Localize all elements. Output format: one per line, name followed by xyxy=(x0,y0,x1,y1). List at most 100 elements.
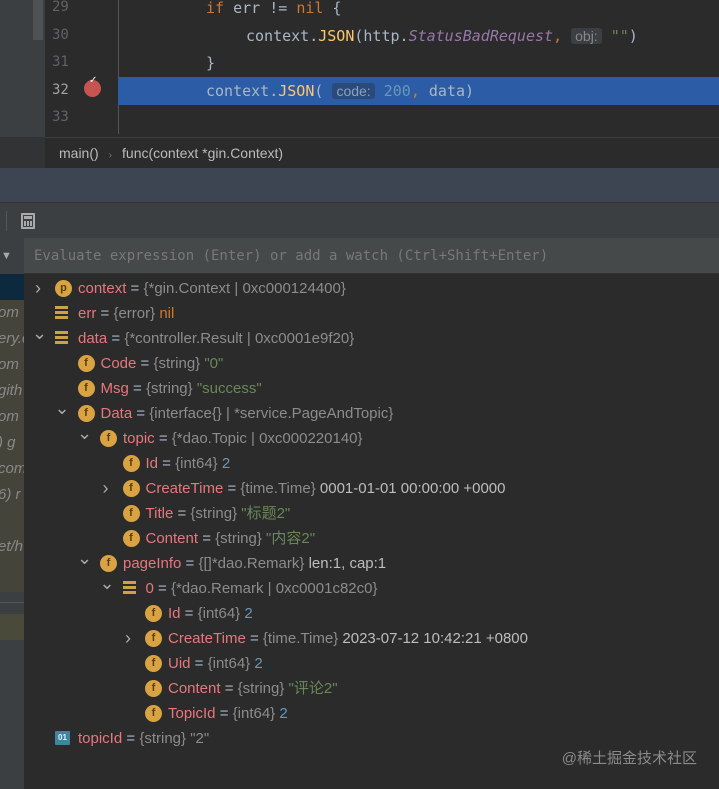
watermark: @稀土掘金技术社区 xyxy=(561,750,697,767)
chevron-right-icon[interactable]: › xyxy=(100,476,112,501)
variable-value: 0001-01-01 00:00:00 +0000 xyxy=(319,480,506,497)
variable-type: {*dao.Remark | 0xc0001c82c0} xyxy=(170,580,378,597)
equals-sign: = xyxy=(154,430,172,447)
frame-item[interactable]: om xyxy=(0,408,19,425)
variable-type: {string} xyxy=(139,730,187,747)
field-icon: f xyxy=(122,505,140,522)
variable-value: "success" xyxy=(196,380,262,397)
variable-name: CreateTime xyxy=(145,480,224,497)
variable-value: 2023-07-12 10:42:21 +0800 xyxy=(342,630,528,647)
variable-type: {*controller.Result | 0xc0001e9f20} xyxy=(124,330,355,347)
equals-sign: = xyxy=(153,580,171,597)
variable-type: {string} xyxy=(145,380,193,397)
code-token: data) xyxy=(428,81,475,100)
equals-sign: = xyxy=(181,555,199,572)
variable-name: context xyxy=(78,280,127,297)
parameter-icon: p xyxy=(55,280,72,297)
parameter-hint: code: xyxy=(332,82,375,99)
code-line[interactable] xyxy=(118,104,719,132)
variable-name: Uid xyxy=(168,655,191,672)
variable-value: "内容2" xyxy=(266,530,316,547)
frame-item[interactable]: om xyxy=(0,304,19,321)
calculator-icon[interactable] xyxy=(21,213,35,229)
frame-item[interactable]: ery.c xyxy=(0,330,24,347)
code-line[interactable]: context.JSON(http.StatusBadRequest, obj:… xyxy=(118,22,719,50)
variable-type: {error} xyxy=(113,305,156,322)
variable-value: len:1, cap:1 xyxy=(308,555,387,572)
chevron-right-icon: › xyxy=(108,150,113,161)
chevron-right-icon[interactable]: › xyxy=(122,626,134,651)
equals-sign: = xyxy=(198,530,216,547)
frame-item[interactable]: ) g xyxy=(0,434,16,451)
code-line[interactable]: context.JSON( code: 200, data) xyxy=(118,76,719,105)
frame-item[interactable]: gith xyxy=(0,382,22,399)
equals-sign: = xyxy=(158,455,176,472)
code-editor[interactable]: 29 if err != nil {30 context.JSON(http.Sta… xyxy=(0,0,719,140)
code-line[interactable]: if err != nil { xyxy=(118,0,719,22)
code-token: context. xyxy=(246,26,319,45)
variable-type: {int64} xyxy=(207,655,251,672)
variable-type: {string} xyxy=(153,355,201,372)
variable-name: CreateTime xyxy=(168,630,246,647)
variable-type: {time.Time} xyxy=(240,480,316,497)
code-token: ) xyxy=(628,26,638,45)
variable-name: TopicId xyxy=(168,705,216,722)
frame-row xyxy=(0,614,24,640)
variable-type: {string} xyxy=(215,530,262,547)
scrollbar-thumb[interactable] xyxy=(33,0,43,40)
variable-name: Content xyxy=(168,680,221,697)
field-icon: f xyxy=(122,480,140,497)
evaluate-expression-input[interactable] xyxy=(24,238,719,273)
code-token: nil xyxy=(296,0,324,17)
equals-sign: = xyxy=(107,330,125,347)
equals-sign: = xyxy=(128,380,146,397)
variable-value: 2 xyxy=(279,705,288,722)
breadcrumb-item-main[interactable]: main() xyxy=(59,145,99,161)
chevron-down-icon[interactable]: ▼ xyxy=(0,238,24,274)
field-icon: f xyxy=(122,530,140,547)
code-token: JSON xyxy=(278,81,315,100)
chevron-down-icon[interactable]: ⌄ xyxy=(77,546,92,571)
field-icon: f xyxy=(100,430,117,447)
frame-item[interactable]: com xyxy=(0,460,24,477)
debug-toolbar xyxy=(0,202,719,238)
variable-name: Data xyxy=(100,405,133,422)
frame-item[interactable]: om xyxy=(0,356,19,373)
variable-name: Title xyxy=(145,505,174,522)
equals-sign: = xyxy=(122,730,140,747)
variable-value: "2" xyxy=(190,730,210,747)
code-token: { xyxy=(323,0,342,17)
variable-type: {interface{} | *service.PageAndTopic} xyxy=(149,405,394,422)
struct-icon xyxy=(122,581,136,595)
chevron-down-icon[interactable]: ⌄ xyxy=(32,321,47,346)
field-icon: f xyxy=(122,455,140,472)
variable-name: pageInfo xyxy=(123,555,182,572)
breadcrumb-item-func[interactable]: func(context *gin.Context) xyxy=(122,145,283,161)
variable-value: "标题2" xyxy=(241,505,291,522)
variable-type: {string} xyxy=(237,680,285,697)
variable-name: Id xyxy=(168,605,181,622)
field-icon: f xyxy=(77,405,95,422)
variable-type: {int64} xyxy=(197,605,241,622)
variable-type: {int64} xyxy=(175,455,218,472)
debug-tool-window-header xyxy=(0,168,719,202)
variable-name: 0 xyxy=(145,580,154,597)
variable-name: topic xyxy=(123,430,155,447)
equals-sign: = xyxy=(173,505,191,522)
selected-frame[interactable] xyxy=(0,274,24,300)
variable-name: Content xyxy=(145,530,199,547)
field-icon: f xyxy=(145,705,162,722)
variable-name: err xyxy=(78,305,97,322)
variable-name: Id xyxy=(145,455,159,472)
field-icon: f xyxy=(145,655,162,672)
chevron-down-icon[interactable]: ⌄ xyxy=(100,571,115,596)
chevron-right-icon[interactable]: › xyxy=(32,276,44,301)
code-line[interactable]: } xyxy=(118,49,719,77)
frame-item[interactable]: 6) r xyxy=(0,486,21,503)
frame-item[interactable]: et/h xyxy=(0,538,23,555)
breakpoint-icon[interactable] xyxy=(84,75,101,97)
code-token: ( xyxy=(314,81,333,100)
code-token: "" xyxy=(601,26,629,45)
chevron-down-icon[interactable]: ⌄ xyxy=(77,421,92,446)
chevron-down-icon[interactable]: ⌄ xyxy=(55,396,70,421)
